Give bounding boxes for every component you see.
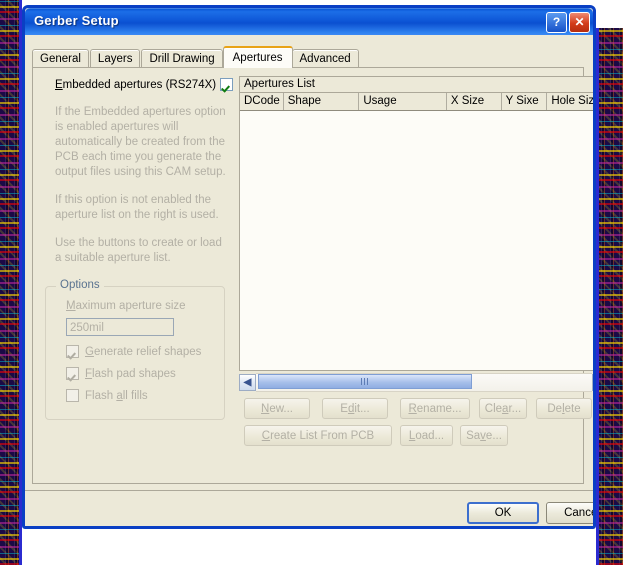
button-label-prefix: Cle (484, 402, 503, 415)
aperture-action-buttons-row-1: New... Ed it... Rename... Cle a r... De l ete (244, 398, 593, 419)
dialog-title: Gerber Setup (34, 13, 119, 28)
tab-advanced[interactable]: Advanced (291, 49, 359, 68)
flash-pad-shapes-row[interactable]: Flash pad shapes (66, 367, 176, 380)
column-header-y-sixe[interactable]: Y Sixe (502, 93, 548, 110)
help-text-paragraph-2: If this option is not enabled the apertu… (55, 194, 219, 221)
dialog-footer: OK Cancel (25, 490, 593, 526)
button-label-prefix: De (547, 402, 563, 415)
button-label: ete (564, 402, 581, 415)
clear-button[interactable]: Cle a r... (479, 398, 527, 419)
tab-general[interactable]: General (32, 49, 89, 68)
create-list-from-pcb-button[interactable]: Create List From PCB (244, 425, 392, 446)
tab-label: Drill Drawing (149, 53, 215, 65)
pcb-layout-background-right (596, 0, 623, 565)
accel-char: F (85, 367, 93, 380)
tab-apertures[interactable]: Apertures (222, 46, 293, 68)
tab-label: Advanced (299, 53, 351, 65)
accel-char: E (55, 78, 63, 91)
accel-char: M (66, 300, 76, 312)
apertures-list-panel: Apertures List DCode Shape Usage X Size Y Si… (239, 76, 593, 371)
column-header-dcode[interactable]: DCode (240, 93, 284, 110)
generate-relief-shapes-checkbox[interactable] (66, 345, 79, 358)
flash-all-fills-checkbox[interactable] (66, 389, 79, 402)
apertures-list-header: DCode Shape Usage X Size Y Sixe Hole Size (240, 93, 593, 111)
tab-label: Layers (97, 53, 133, 65)
flash-pad-shapes-label-text: lash pad shapes (92, 367, 176, 380)
accel-char: N (261, 402, 270, 415)
help-text-paragraph-1: If the Embedded apertures option is enab… (55, 106, 226, 178)
apertures-list-horizontal-scrollbar[interactable]: ◀ ▶ (239, 373, 593, 392)
apertures-tab-page: Embedded apertures (RS274X) If the Embed… (32, 67, 593, 484)
delete-button[interactable]: De l ete (536, 398, 592, 419)
column-header-hole-size[interactable]: Hole Size (547, 93, 593, 110)
embedded-apertures-label-text: mbedded apertures (RS274X) (62, 78, 217, 91)
close-button[interactable]: ✕ (569, 12, 590, 33)
tab-label: General (40, 53, 81, 65)
embedded-apertures-row[interactable]: Embedded apertures (RS274X) (55, 78, 233, 91)
ok-button[interactable]: OK (467, 502, 539, 524)
generate-relief-shapes-label: Generate relief shapes (85, 346, 201, 358)
rename-button[interactable]: Rename... (400, 398, 470, 419)
flash-all-fills-row[interactable]: Flash all fills (66, 389, 148, 402)
button-label: reate List From PCB (270, 429, 375, 442)
column-header-x-size[interactable]: X Size (447, 93, 502, 110)
button-label: e... (485, 429, 502, 442)
apertures-list-rows[interactable] (240, 111, 593, 370)
embedded-apertures-checkbox[interactable] (220, 78, 233, 91)
gerber-setup-dialog: Gerber Setup ? ✕ General Layers Drill Draw… (22, 5, 596, 529)
close-icon: ✕ (574, 14, 585, 29)
button-label: ename... (416, 402, 462, 415)
button-label: it... (354, 402, 370, 415)
apertures-list-title: Apertures List (239, 76, 593, 93)
flash-all-fills-label-prefix: Flash (85, 389, 117, 402)
scrollbar-track[interactable] (256, 373, 592, 392)
pcb-layout-background-left (0, 0, 22, 565)
help-text-paragraph-3: Use the buttons to create or load a suit… (55, 237, 222, 264)
save-button[interactable]: Sa v e... (460, 425, 508, 446)
button-label: oad... (415, 429, 445, 442)
scrollbar-thumb[interactable] (258, 374, 472, 389)
dialog-titlebar[interactable]: Gerber Setup ? ✕ (25, 8, 593, 36)
titlebar-buttons: ? ✕ (546, 12, 590, 33)
options-group-legend: Options (56, 279, 104, 291)
scroll-left-arrow-icon[interactable]: ◀ (239, 374, 256, 391)
flash-pad-shapes-checkbox[interactable] (66, 367, 79, 380)
tab-drill-drawing[interactable]: Drill Drawing (141, 49, 223, 68)
generate-relief-shapes-row[interactable]: Generate relief shapes (66, 345, 201, 358)
question-mark-icon: ? (552, 14, 561, 29)
accel-char: G (85, 345, 94, 358)
accel-char: R (408, 402, 417, 415)
max-aperture-size-label: Maximum aperture size (66, 300, 186, 312)
tab-label: Apertures (232, 52, 283, 64)
max-aperture-size-label-text: aximum aperture size (75, 300, 186, 312)
flash-all-fills-label-text: ll fills (122, 389, 148, 402)
load-button[interactable]: Load... (400, 425, 453, 446)
button-label-prefix: E (340, 402, 348, 415)
column-header-shape[interactable]: Shape (284, 93, 360, 110)
accel-char: C (261, 429, 271, 442)
flash-pad-shapes-label: Flash pad shapes (85, 368, 176, 380)
button-label: ew... (269, 402, 293, 415)
scrollbar-grip-icon (360, 378, 370, 385)
left-options-column: Embedded apertures (RS274X) If the Embed… (55, 78, 233, 266)
edit-button[interactable]: Ed it... (322, 398, 388, 419)
apertures-list-box[interactable]: DCode Shape Usage X Size Y Sixe Hole Size (239, 93, 593, 371)
help-button[interactable]: ? (546, 12, 567, 33)
dialog-client-area: General Layers Drill Drawing Apertures Advan… (25, 35, 593, 526)
button-label: r... (508, 402, 522, 415)
flash-all-fills-label: Flash all fills (85, 390, 148, 402)
tab-layers[interactable]: Layers (89, 49, 141, 68)
aperture-action-buttons-row-2: Create List From PCB Load... Sa v e... (244, 425, 593, 446)
new-button[interactable]: New... (244, 398, 310, 419)
cancel-button[interactable]: Cancel (546, 502, 593, 524)
max-aperture-size-input[interactable]: 250mil (66, 318, 174, 336)
options-group-box: Options Maximum aperture size 250mil Gen… (45, 279, 225, 420)
tab-strip: General Layers Drill Drawing Apertures Advan… (32, 46, 360, 68)
generate-relief-shapes-label-text: enerate relief shapes (93, 345, 202, 358)
scroll-right-arrow-icon[interactable]: ▶ (592, 374, 593, 391)
column-header-usage[interactable]: Usage (359, 93, 447, 110)
button-label-prefix: Sa (466, 429, 481, 442)
embedded-apertures-label: Embedded apertures (RS274X) (55, 79, 216, 91)
